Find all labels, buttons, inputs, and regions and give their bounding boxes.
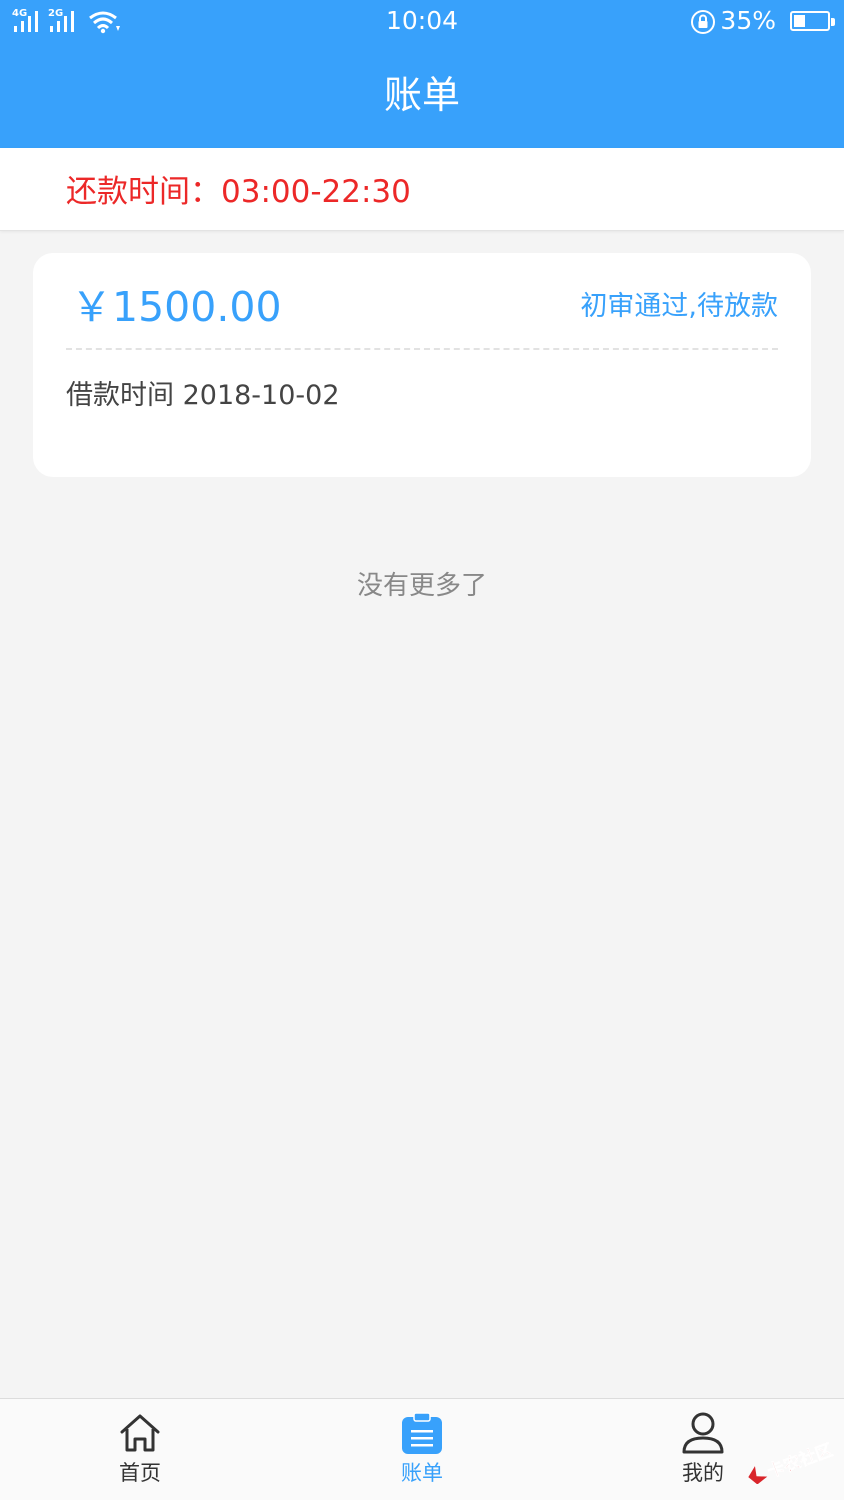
watermark-logo: 卡农社区	[748, 1442, 836, 1484]
tab-label-bill: 账单	[401, 1461, 443, 1485]
bill-card[interactable]: ￥1500.00 初审通过,待放款 借款时间 2018-10-02	[33, 253, 811, 477]
page-title: 账单	[383, 73, 460, 117]
battery-level	[794, 15, 805, 27]
user-icon	[682, 1412, 724, 1454]
home-icon	[120, 1414, 160, 1452]
tab-bar: 首页 账单 我的 卡农社区	[0, 1398, 844, 1500]
loan-date: 借款时间 2018-10-02	[66, 380, 340, 411]
tab-label-home: 首页	[119, 1461, 161, 1485]
app-header: 4G 2G 10:04 35% 账单	[0, 0, 844, 148]
rotation-lock-icon	[691, 10, 715, 34]
tab-home[interactable]: 首页	[60, 1399, 220, 1500]
tab-bill[interactable]: 账单	[342, 1399, 502, 1500]
battery-icon	[790, 11, 835, 31]
repay-time-text: 还款时间：03:00-22:30	[66, 174, 411, 210]
bill-icon	[402, 1412, 442, 1454]
status-time: 10:04	[385, 6, 459, 35]
svg-text:卡农社区: 卡农社区	[764, 1442, 835, 1482]
bill-status: 初审通过,待放款	[580, 291, 778, 322]
divider	[66, 348, 778, 350]
bill-amount: ￥1500.00	[71, 283, 282, 331]
repay-time-notice: 还款时间：03:00-22:30	[0, 148, 844, 231]
list-end-text: 没有更多了	[356, 571, 487, 601]
battery-percent: 35%	[720, 6, 776, 35]
status-bar: 4G 2G 10:04 35%	[0, 0, 844, 44]
